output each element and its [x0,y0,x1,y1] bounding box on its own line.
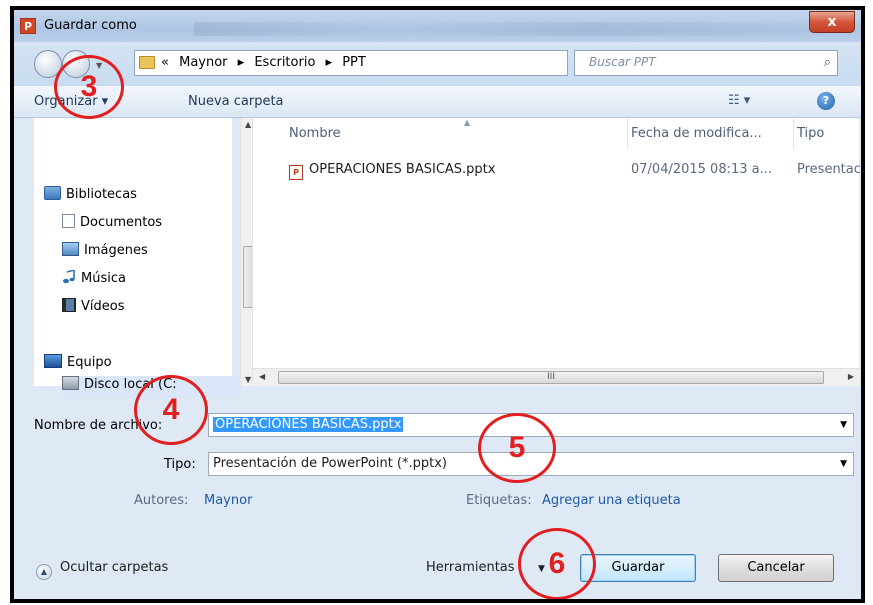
scrollbar-grip: III [547,372,555,382]
new-folder-button[interactable]: Nueva carpeta [188,94,284,109]
horizontal-scrollbar[interactable]: ◀ III ▶ [253,368,860,386]
address-row: ▼ « Maynor ▸ Escritorio ▸ PPT ▼ ↻ Buscar… [14,42,861,86]
address-bar[interactable]: « Maynor ▸ Escritorio ▸ PPT ▼ ↻ [134,50,680,76]
window-title: Guardar como [44,18,137,33]
file-type: Presentac [797,162,860,177]
scroll-right-icon[interactable]: ▶ [848,372,854,381]
file-type-value: Presentación de PowerPoint (*.pptx) [213,456,447,471]
sidebar-item-label: Equipo [67,355,112,370]
breadcrumb-ppt[interactable]: PPT [342,55,366,70]
breadcrumb-maynor[interactable]: Maynor [179,55,227,70]
sidebar-item-imagenes[interactable]: Imágenes [62,242,148,264]
file-date: 07/04/2015 08:13 a... [631,162,773,177]
add-tag-link[interactable]: Agregar una etiqueta [542,493,681,508]
tags-label: Etiquetas: [466,493,532,508]
help-icon[interactable]: ? [817,92,835,110]
blurred-background [194,22,854,36]
pptx-file-icon: P [289,165,303,180]
change-view-icon[interactable]: ☷ ▾ [728,93,750,108]
save-as-dialog: P Guardar como x ▼ « Maynor ▸ Escritorio… [10,6,865,603]
computer-icon [44,354,62,368]
folder-icon [139,56,155,69]
sidebar-item-label: Imágenes [84,243,148,258]
breadcrumb-escritorio[interactable]: Escritorio [254,55,315,70]
command-bar: Organizar ▾ Nueva carpeta ☷ ▾ ? [14,86,861,118]
column-separator[interactable] [793,118,794,150]
chevron-down-icon[interactable]: ▼ [840,420,847,430]
table-row[interactable]: P OPERACIONES BASICAS.pptx 07/04/2015 08:… [253,160,860,182]
file-name: OPERACIONES BASICAS.pptx [309,162,496,177]
column-header-type[interactable]: Tipo [797,118,857,150]
annotation-marker-3: 3 [54,55,124,119]
title-bar: P Guardar como x [14,10,861,42]
documents-icon [62,214,75,228]
pictures-icon [62,242,79,256]
authors-value[interactable]: Maynor [204,493,252,508]
annotation-marker-4: 4 [134,375,208,445]
type-label: Tipo: [164,457,196,472]
chevron-down-icon[interactable]: ▼ [840,459,847,469]
powerpoint-app-icon: P [20,18,36,34]
sidebar-item-label: Música [81,271,126,286]
breadcrumb-overflow[interactable]: « [161,55,169,70]
column-header-name[interactable]: Nombre [289,118,609,150]
videos-icon [62,298,76,312]
tools-button[interactable]: Herramientas [426,560,515,575]
filename-input[interactable]: OPERACIONES BASICAS.pptx [213,417,404,432]
tools-label: Herramientas [426,560,515,575]
breadcrumb-separator[interactable]: ▸ [238,55,245,70]
column-header-date[interactable]: Fecha de modifica... [631,118,791,150]
scroll-up-icon[interactable]: ▲ [245,120,251,129]
scroll-down-icon[interactable]: ▼ [245,375,251,384]
search-input[interactable]: Buscar PPT [589,55,656,69]
sidebar-item-musica[interactable]: Música [62,268,126,292]
sidebar-item-label: Documentos [80,215,163,230]
search-icon[interactable]: ⌕ [824,55,831,70]
file-name-cell: P OPERACIONES BASICAS.pptx [289,162,619,180]
save-button[interactable]: Guardar [580,554,696,582]
library-icon [44,186,61,200]
disk-icon [62,376,79,390]
chevron-up-icon: ▲ [36,564,52,580]
sidebar-item-documentos[interactable]: Documentos [62,214,162,236]
file-list: Nombre ▲ Fecha de modifica... Tipo P OPER… [252,118,860,386]
sidebar-item-bibliotecas[interactable]: Bibliotecas [44,186,137,208]
search-box[interactable]: Buscar PPT ⌕ [574,50,838,76]
cancel-button[interactable]: Cancelar [718,554,834,582]
sidebar-item-equipo[interactable]: Equipo [44,354,112,376]
breadcrumb: « Maynor ▸ Escritorio ▸ PPT [161,55,372,70]
column-separator[interactable] [627,118,628,150]
music-icon [62,268,76,284]
authors-label: Autores: [134,493,189,508]
hide-folders-button[interactable]: ▲ Ocultar carpetas [36,560,168,580]
sort-ascending-icon: ▲ [464,118,471,127]
sidebar-item-label: Vídeos [81,299,125,314]
annotation-marker-5: 5 [478,413,556,483]
navigation-pane: Bibliotecas Documentos Imágenes Música V… [34,118,257,398]
close-button[interactable]: x [809,11,855,33]
hide-folders-label: Ocultar carpetas [60,560,169,575]
scrollbar-thumb[interactable]: III [278,371,824,384]
annotation-marker-6: 6 [518,528,596,599]
sidebar-item-videos[interactable]: Vídeos [62,298,124,320]
breadcrumb-separator[interactable]: ▸ [326,55,333,70]
scroll-left-icon[interactable]: ◀ [259,372,265,381]
sidebar-item-label: Bibliotecas [66,187,137,202]
